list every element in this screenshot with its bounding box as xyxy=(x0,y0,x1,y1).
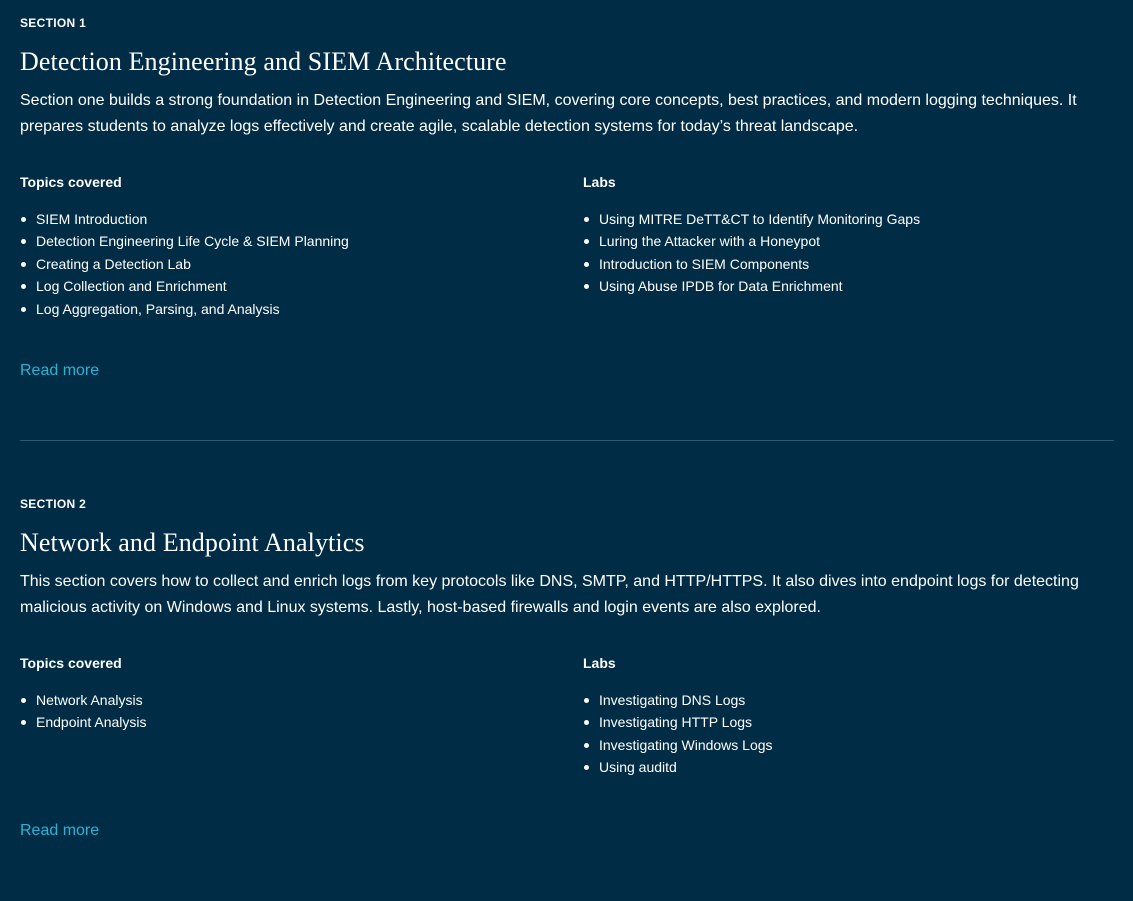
bullet-icon xyxy=(584,765,589,771)
section-title: Network and Endpoint Analytics xyxy=(20,528,365,557)
section-description: Section one builds a strong foundation i… xyxy=(20,92,1077,135)
list-item-label: Endpoint Analysis xyxy=(36,714,147,731)
section-eyebrow: SECTION 1 xyxy=(20,16,87,30)
list-item-label: Detection Engineering Life Cycle & SIEM … xyxy=(36,233,349,250)
bullet-icon xyxy=(21,720,26,726)
list-item-label: Using MITRE DeTT&CT to Identify Monitori… xyxy=(599,211,921,227)
bullet-icon xyxy=(21,239,26,245)
bullet-icon xyxy=(584,239,589,245)
bullet-icon xyxy=(584,217,589,222)
bullet-icon xyxy=(21,217,26,222)
list-item-label: Luring the Attacker with a Honeypot xyxy=(599,233,821,250)
bullet-icon xyxy=(21,698,26,703)
list-item: Log Aggregation, Parsing, and Analysis xyxy=(20,298,560,320)
list-item-label: Introduction to SIEM Components xyxy=(599,255,810,272)
list-item: Log Collection and Enrichment xyxy=(20,275,560,297)
bullet-icon xyxy=(584,284,589,290)
list-item-label: Using Abuse IPDB for Data Enrichment xyxy=(599,278,843,295)
topics-column: Topics covered Network Analysis Endpoint… xyxy=(20,653,560,734)
course-syllabus-page: SECTION 1 Detection Engineering and SIEM… xyxy=(0,0,1133,901)
list-item: Investigating Windows Logs xyxy=(583,734,1123,756)
labs-list: Using MITRE DeTT&CT to Identify Monitori… xyxy=(583,208,1123,298)
list-item-label: Creating a Detection Lab xyxy=(36,255,191,272)
topics-list: SIEM Introduction Detection Engineering … xyxy=(20,208,560,320)
labs-heading: Labs xyxy=(583,174,616,190)
list-item: Detection Engineering Life Cycle & SIEM … xyxy=(20,230,560,252)
section-2: SECTION 2 Network and Endpoint Analytics… xyxy=(20,495,1114,839)
list-item: Introduction to SIEM Components xyxy=(583,253,1123,275)
section-columns: Topics covered SIEM Introduction Detecti… xyxy=(20,172,1114,322)
list-item: Investigating DNS Logs xyxy=(583,689,1123,711)
list-item: Creating a Detection Lab xyxy=(20,253,560,275)
bullet-icon xyxy=(584,720,589,726)
labs-list: Investigating DNS Logs Investigating HTT… xyxy=(583,689,1123,779)
section-divider xyxy=(20,440,1114,441)
bullet-icon xyxy=(21,284,26,290)
labs-heading: Labs xyxy=(583,655,616,671)
list-item-label: Log Collection and Enrichment xyxy=(36,278,227,295)
list-item: Investigating HTTP Logs xyxy=(583,711,1123,733)
list-item: SIEM Introduction xyxy=(20,208,560,230)
list-item: Luring the Attacker with a Honeypot xyxy=(583,230,1123,252)
section-columns: Topics covered Network Analysis Endpoint… xyxy=(20,653,1114,803)
list-item-label: Investigating HTTP Logs xyxy=(599,714,753,731)
list-item-label: Investigating DNS Logs xyxy=(599,692,746,708)
labs-column: Labs Investigating DNS Logs Investigatin… xyxy=(583,653,1123,779)
list-item: Using Abuse IPDB for Data Enrichment xyxy=(583,275,1123,297)
bullet-icon xyxy=(584,742,589,748)
section-title: Detection Engineering and SIEM Architect… xyxy=(20,47,507,76)
list-item-label: Network Analysis xyxy=(36,692,143,708)
bullet-icon xyxy=(584,698,589,703)
list-item: Using auditd xyxy=(583,756,1123,778)
list-item-label: Log Aggregation, Parsing, and Analysis xyxy=(36,300,280,317)
bullet-icon xyxy=(21,261,26,267)
section-eyebrow: SECTION 2 xyxy=(20,497,87,511)
read-more-link[interactable]: Read more xyxy=(20,360,99,382)
list-item: Using MITRE DeTT&CT to Identify Monitori… xyxy=(583,208,1123,230)
list-item: Endpoint Analysis xyxy=(20,711,560,733)
list-item-label: SIEM Introduction xyxy=(36,211,148,227)
list-item: Network Analysis xyxy=(20,689,560,711)
topics-heading: Topics covered xyxy=(20,655,122,671)
topics-heading: Topics covered xyxy=(20,174,122,190)
list-item-label: Investigating Windows Logs xyxy=(599,736,773,753)
section-1: SECTION 1 Detection Engineering and SIEM… xyxy=(20,14,1114,379)
read-more-link[interactable]: Read more xyxy=(20,820,99,842)
list-item-label: Using auditd xyxy=(599,759,677,776)
section-description: This section covers how to collect and e… xyxy=(20,573,1079,616)
topics-list: Network Analysis Endpoint Analysis xyxy=(20,689,560,734)
topics-column: Topics covered SIEM Introduction Detecti… xyxy=(20,172,560,320)
bullet-icon xyxy=(21,306,26,312)
bullet-icon xyxy=(584,261,589,267)
labs-column: Labs Using MITRE DeTT&CT to Identify Mon… xyxy=(583,172,1123,298)
